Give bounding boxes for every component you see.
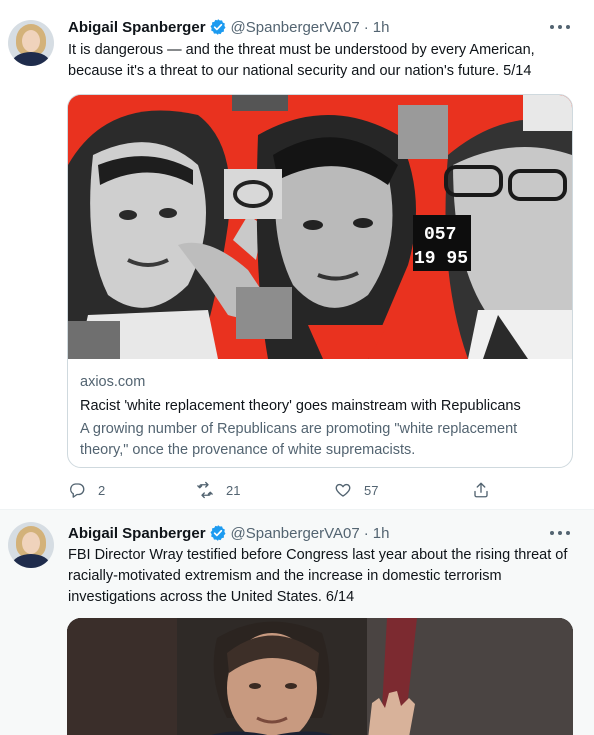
more-options-icon[interactable]: [550, 17, 570, 37]
like-count: 57: [364, 482, 379, 498]
like-button[interactable]: 57: [334, 480, 378, 500]
more-options-icon[interactable]: [550, 523, 570, 543]
author-handle[interactable]: @SpanbergerVA07: [231, 19, 360, 36]
share-button[interactable]: [472, 480, 502, 500]
author-handle[interactable]: @SpanbergerVA07: [231, 525, 360, 542]
card-domain: axios.com: [80, 374, 146, 390]
retweet-icon: [197, 481, 213, 499]
verified-badge-icon: [210, 19, 226, 35]
author-name[interactable]: Abigail Spanberger: [68, 19, 206, 36]
card-image-number-1: 057: [424, 225, 456, 245]
tweet-actions: 2 21 57: [68, 480, 508, 500]
tweet-photo[interactable]: [67, 618, 573, 735]
reply-icon: [70, 483, 85, 498]
card-meta: axios.com Racist 'white replacement theo…: [80, 372, 560, 461]
card-image-number-2: 19 95: [414, 249, 468, 269]
link-card[interactable]: 057 19 95 axios.com Racist 'white replac…: [67, 94, 573, 468]
tweet-2[interactable]: Abigail Spanberger @SpanbergerVA07 · 1h …: [0, 510, 594, 735]
retweet-button[interactable]: 21: [196, 480, 240, 500]
retweet-count: 21: [226, 482, 241, 498]
avatar[interactable]: [8, 522, 54, 568]
avatar[interactable]: [8, 20, 54, 66]
tweet-1[interactable]: Abigail Spanberger @SpanbergerVA07 · 1h …: [0, 0, 594, 509]
separator-dot: ·: [363, 524, 369, 542]
tweet-text: It is dangerous — and the threat must be…: [68, 42, 535, 79]
timestamp[interactable]: 1h: [373, 525, 390, 542]
separator-dot: ·: [363, 18, 369, 36]
tweet-header: Abigail Spanberger @SpanbergerVA07 · 1h: [68, 523, 389, 543]
verified-badge-icon: [210, 525, 226, 541]
tweet-header: Abigail Spanberger @SpanbergerVA07 · 1h: [68, 17, 389, 37]
reply-count: 2: [98, 482, 106, 498]
share-icon: [474, 482, 488, 498]
card-image: 057 19 95: [68, 95, 572, 359]
reply-button[interactable]: 2: [68, 480, 105, 500]
card-title: Racist 'white replacement theory' goes m…: [80, 398, 521, 414]
tweet-text: FBI Director Wray testified before Congr…: [68, 547, 568, 605]
card-description: A growing number of Republicans are prom…: [80, 421, 518, 458]
heart-icon: [335, 483, 351, 497]
author-name[interactable]: Abigail Spanberger: [68, 525, 206, 542]
timestamp[interactable]: 1h: [373, 19, 390, 36]
